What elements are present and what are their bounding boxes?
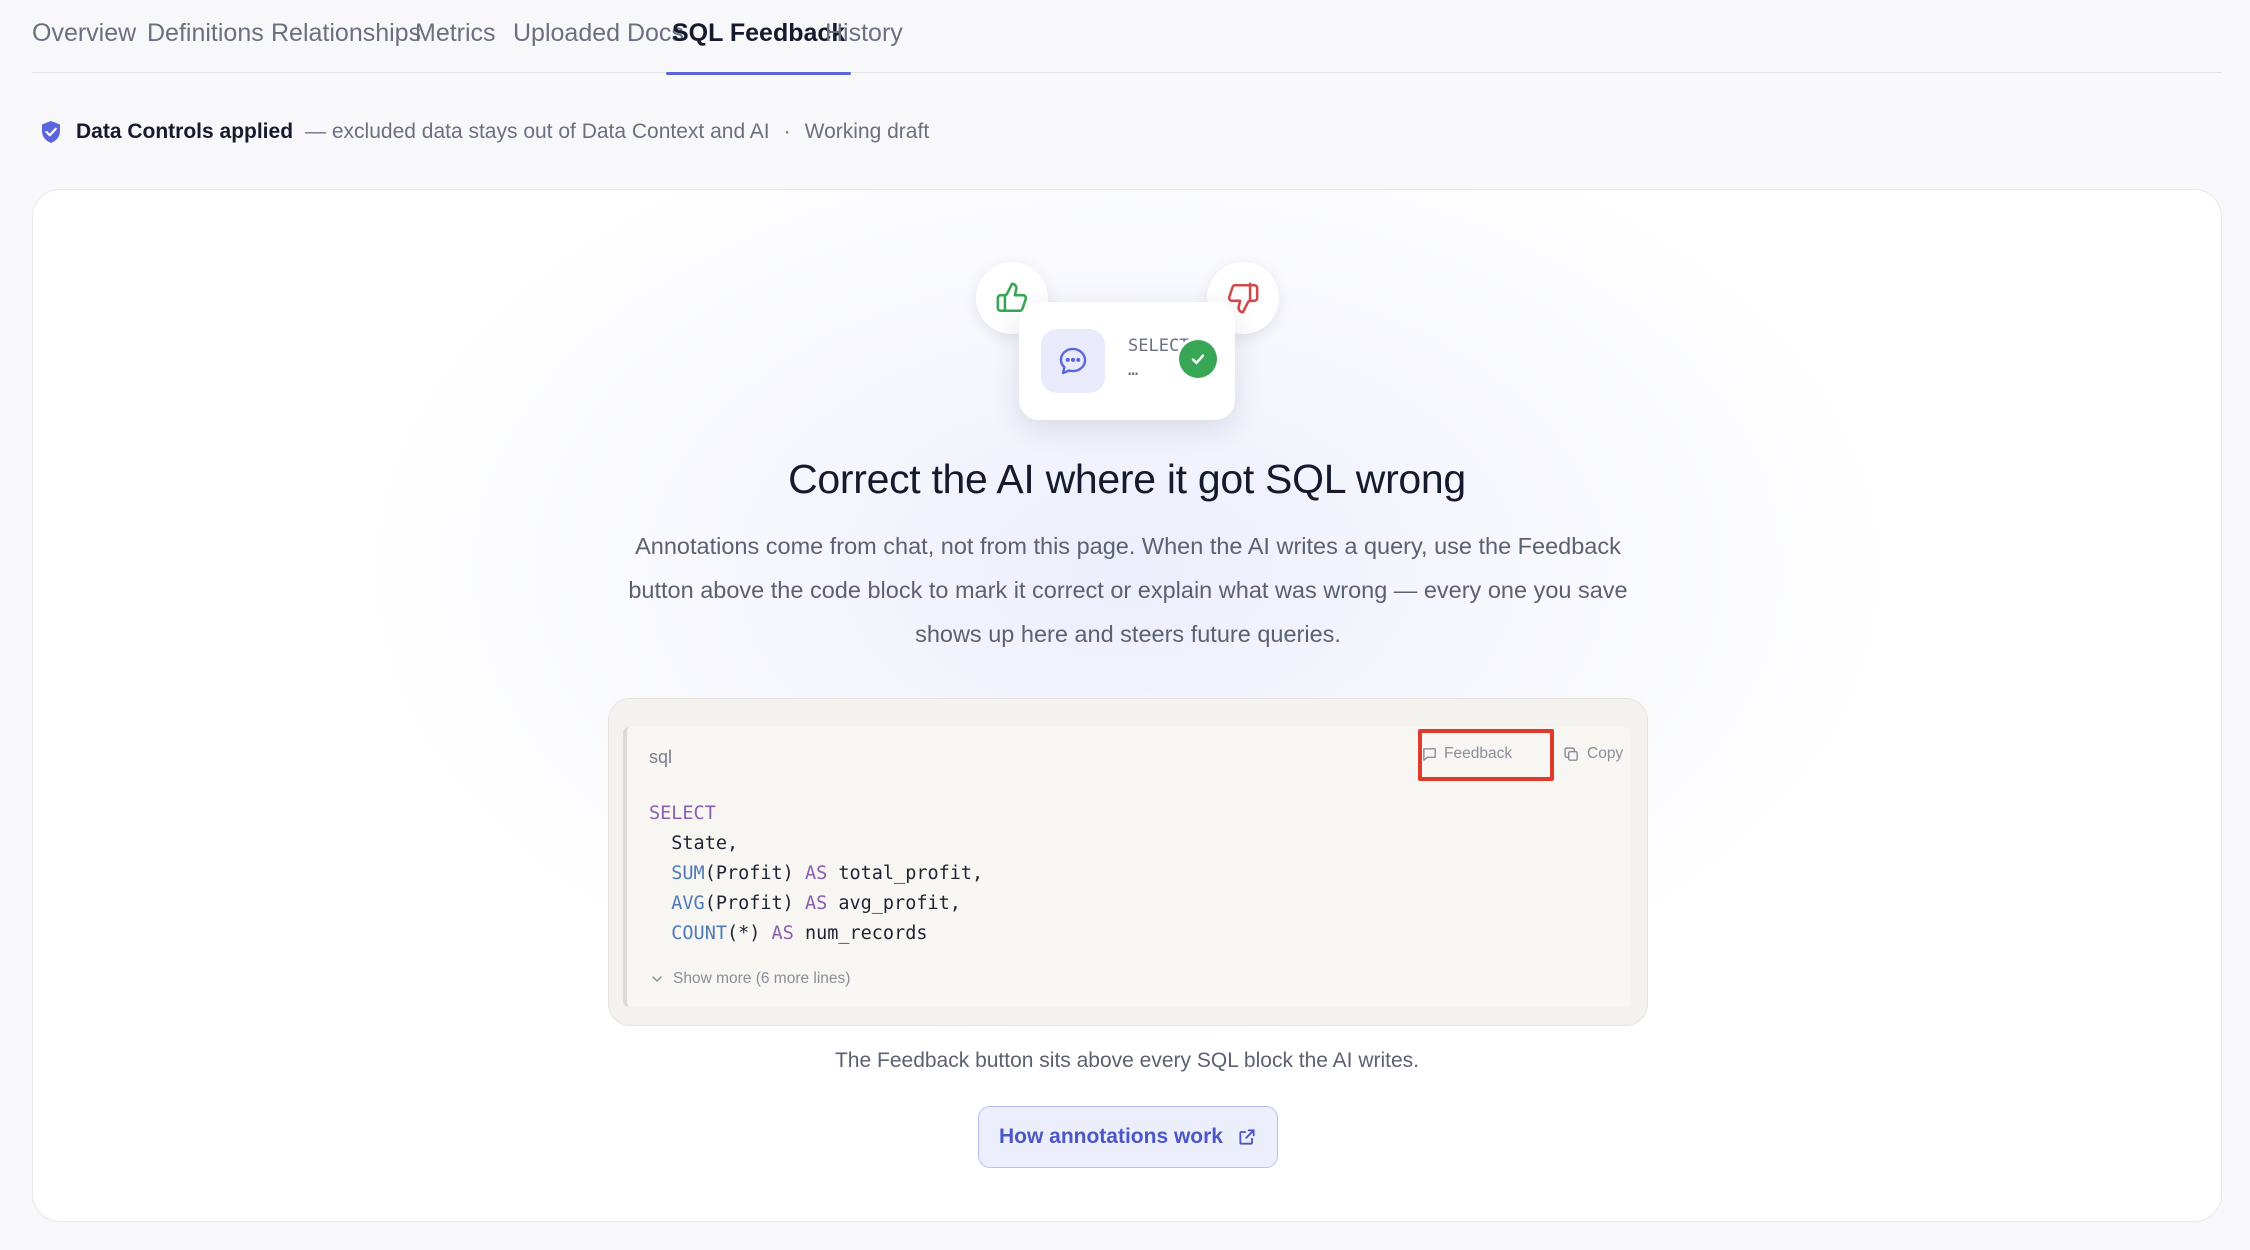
data-controls-title: Data Controls applied	[76, 120, 294, 143]
page-title: Correct the AI where it got SQL wrong	[788, 456, 1466, 502]
feedback-illustration: SELECT …	[33, 190, 2221, 430]
data-controls-banner: Data Controls applied — excluded data st…	[40, 116, 929, 148]
empty-state-card: SELECT … Correct the AI where it got SQL…	[32, 189, 2222, 1222]
draft-status: Working draft	[804, 120, 930, 143]
comment-icon	[1423, 747, 1436, 761]
code-language-label: sql	[649, 747, 673, 767]
tab-metrics[interactable]: Metrics	[415, 0, 496, 73]
tab-relationships[interactable]: Relationships	[271, 0, 421, 73]
chat-icon	[1059, 347, 1087, 375]
code-block-body: sql Feedback Copy SELECT State, SUM(Prof…	[623, 727, 1631, 1007]
tab-bar: Overview Definitions Relationships Metri…	[32, 0, 2222, 75]
show-more-label: Show more (6 more lines)	[673, 970, 851, 987]
chevron-down-icon	[652, 976, 662, 982]
copy-button[interactable]: Copy	[1563, 739, 1623, 769]
feedback-label: Feedback	[1444, 745, 1513, 762]
shield-check-icon	[42, 121, 60, 143]
page-description: Annotations come from chat, not from thi…	[628, 533, 1628, 647]
tab-history[interactable]: History	[825, 0, 903, 73]
how-annotations-work-link[interactable]: How annotations work	[978, 1106, 1278, 1168]
check-badge	[1179, 340, 1217, 378]
feedback-button[interactable]: Feedback	[1421, 739, 1515, 769]
tab-uploaded-docs[interactable]: Uploaded Docs	[513, 0, 684, 73]
feedback-note: The Feedback button sits above every SQL…	[834, 1049, 1420, 1072]
sql-code: SELECT State, SUM(Profit) AS total_profi…	[649, 803, 984, 944]
copy-icon	[1564, 746, 1578, 761]
copy-label: Copy	[1587, 745, 1624, 762]
how-annotations-label: How annotations work	[998, 1125, 1223, 1148]
chat-bubble-badge	[1041, 329, 1105, 393]
external-link-icon	[1239, 1129, 1255, 1145]
separator-dot: ·	[783, 120, 791, 143]
tab-overview[interactable]: Overview	[32, 0, 136, 73]
show-more-toggle[interactable]: Show more (6 more lines)	[649, 967, 850, 991]
check-icon	[1191, 354, 1205, 365]
sql-message-card: SELECT …	[1019, 302, 1235, 420]
tab-sql-feedback[interactable]: SQL Feedback	[665, 0, 852, 75]
example-code-block: sql Feedback Copy SELECT State, SUM(Prof…	[608, 698, 1648, 1026]
tab-definitions[interactable]: Definitions	[147, 0, 264, 73]
data-controls-description: — excluded data stays out of Data Contex…	[305, 120, 770, 143]
